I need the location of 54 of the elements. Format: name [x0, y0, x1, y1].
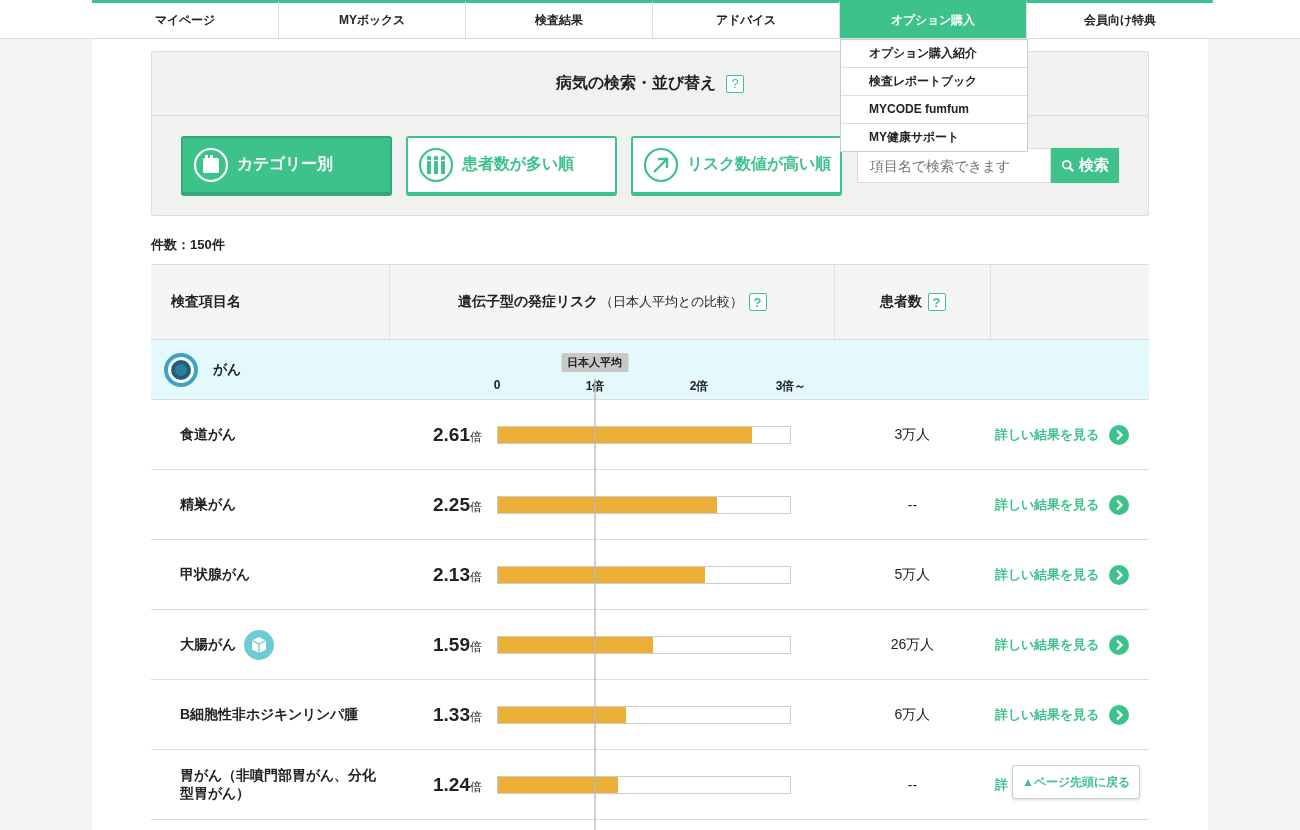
- sort-button[interactable]: 患者数が多い順: [406, 135, 617, 196]
- patient-count: 5万人: [894, 565, 931, 582]
- search-field[interactable]: 項目名で検索できます: [857, 148, 1051, 183]
- risk-value: 1.24倍: [432, 773, 482, 796]
- risk-value: 2.25倍: [432, 493, 482, 516]
- patient-count: 6万人: [894, 705, 931, 722]
- item-name: 胃がん（非噴門部胃がん、分化型胃がん）: [180, 766, 377, 803]
- menu-item[interactable]: オプション購入紹介: [841, 40, 1027, 67]
- scale-label: 1倍: [585, 378, 605, 395]
- risk-value: 2.61倍: [432, 423, 482, 446]
- panel-title: 病気の検索・並び替え: [556, 73, 716, 93]
- risk-value: 1.59倍: [432, 633, 482, 656]
- scale-label: 3倍～: [775, 378, 807, 395]
- detail-link[interactable]: 詳しい結果を見る: [995, 705, 1099, 724]
- column-header: 患者数: [879, 293, 922, 311]
- nav-tab[interactable]: オプション購入: [839, 0, 1026, 38]
- search-icon: [1061, 158, 1075, 173]
- people-icon: [418, 146, 454, 183]
- column-header: 遺伝子型の発症リスク: [457, 293, 598, 311]
- category-icon: [163, 351, 199, 388]
- patient-count: 26万人: [890, 635, 935, 652]
- menu-item[interactable]: MYCODE fumfum: [841, 95, 1027, 123]
- sort-button[interactable]: カテゴリー別: [181, 135, 392, 196]
- search-button[interactable]: 検索: [1051, 148, 1119, 183]
- detail-link[interactable]: 詳しい結果を見る: [995, 495, 1099, 514]
- column-note: （日本人平均との比較）: [599, 293, 743, 311]
- help-button[interactable]: ?: [726, 74, 744, 93]
- sort-button[interactable]: リスク数値が高い順: [631, 135, 842, 196]
- help-button[interactable]: ?: [748, 293, 767, 311]
- item-name: 甲状腺がん: [180, 565, 250, 584]
- result-count: 件数：150件: [151, 236, 226, 254]
- column-header: 検査項目名: [171, 293, 241, 311]
- menu-item[interactable]: MY健康サポート: [841, 123, 1027, 151]
- detail-link[interactable]: 詳しい結果を見る: [995, 565, 1099, 584]
- risk-value: 2.13倍: [432, 563, 482, 586]
- patient-count: 3万人: [894, 425, 931, 442]
- item-name: 大腸がん: [180, 635, 236, 654]
- item-name: 食道がん: [180, 425, 236, 444]
- detail-link[interactable]: 詳しい結果を見る: [995, 635, 1099, 654]
- back-to-top-button[interactable]: ▲ページ先頭に戻る: [1012, 765, 1140, 799]
- patient-count: --: [907, 776, 918, 793]
- detail-link[interactable]: 詳しい結果を見る: [995, 425, 1099, 444]
- scale-label: 0: [493, 378, 501, 392]
- item-name: B細胞性非ホジキンリンパ腫: [180, 705, 359, 724]
- risk-value: 1.33倍: [432, 703, 482, 726]
- detail-link[interactable]: 詳: [995, 775, 1008, 794]
- menu-item[interactable]: 検査レポートブック: [841, 67, 1027, 95]
- patient-count: --: [907, 496, 918, 513]
- scale-label: 2倍: [689, 378, 709, 395]
- item-name: 精巣がん: [180, 495, 236, 514]
- help-button[interactable]: ?: [927, 293, 946, 311]
- category-label: がん: [213, 360, 241, 379]
- average-badge: 日本人平均: [561, 353, 629, 372]
- folder-icon: [193, 146, 229, 183]
